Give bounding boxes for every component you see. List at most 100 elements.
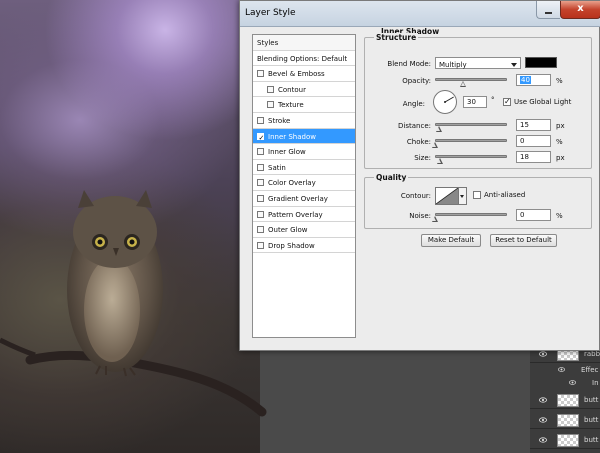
style-item-label: Stroke bbox=[268, 117, 291, 125]
choke-unit: % bbox=[556, 138, 563, 146]
eye-icon[interactable] bbox=[558, 366, 565, 373]
use-global-light-label: Use Global Light bbox=[514, 98, 572, 106]
layer-name: butt bbox=[584, 396, 599, 404]
close-icon: x bbox=[577, 3, 584, 14]
effects-label: Effec bbox=[581, 366, 599, 374]
style-item-checkbox[interactable] bbox=[267, 85, 274, 93]
distance-unit: px bbox=[556, 122, 565, 130]
style-item-label: Blending Options: Default bbox=[257, 54, 348, 63]
size-slider-track[interactable] bbox=[435, 155, 507, 158]
layer-row[interactable]: butt bbox=[530, 431, 600, 449]
opacity-value: 40 bbox=[520, 76, 531, 84]
styles-header[interactable]: Styles bbox=[253, 35, 355, 51]
size-slider-thumb[interactable] bbox=[436, 158, 443, 164]
make-default-button[interactable]: Make Default bbox=[421, 234, 481, 247]
style-item-checkbox[interactable] bbox=[257, 163, 264, 171]
blend-mode-select[interactable]: Multiply bbox=[435, 57, 521, 69]
layer-name: butt bbox=[584, 436, 599, 444]
style-item[interactable]: Satin bbox=[253, 160, 355, 176]
anti-aliased-label: Anti-aliased bbox=[484, 191, 526, 199]
eye-icon[interactable] bbox=[569, 379, 576, 386]
angle-value: 30 bbox=[467, 98, 476, 106]
check-icon: ✓ bbox=[504, 97, 511, 106]
eye-icon[interactable] bbox=[539, 436, 547, 444]
eye-icon[interactable] bbox=[539, 416, 547, 424]
style-item[interactable]: Stroke bbox=[253, 113, 355, 129]
style-item[interactable]: Contour bbox=[253, 82, 355, 98]
choke-input[interactable]: 0 bbox=[516, 135, 551, 147]
dialog-title: Layer Style bbox=[245, 8, 296, 18]
style-item-checkbox[interactable] bbox=[257, 226, 264, 234]
style-item[interactable]: Texture bbox=[253, 97, 355, 113]
layer-row[interactable]: butt bbox=[530, 411, 600, 429]
opacity-input[interactable]: 40 bbox=[516, 74, 551, 86]
noise-slider-track[interactable] bbox=[435, 213, 507, 216]
style-item[interactable]: Inner Glow bbox=[253, 144, 355, 160]
opacity-slider-thumb[interactable] bbox=[460, 81, 467, 87]
style-item[interactable]: Gradient Overlay bbox=[253, 191, 355, 207]
layer-thumbnail bbox=[557, 434, 579, 447]
opacity-unit: % bbox=[556, 77, 563, 85]
style-item-label: Contour bbox=[278, 85, 306, 94]
layer-name: butt bbox=[584, 416, 599, 424]
chevron-down-icon bbox=[511, 63, 517, 67]
noise-slider-thumb[interactable] bbox=[431, 216, 438, 222]
style-item-checkbox[interactable] bbox=[257, 70, 264, 78]
anti-aliased-checkbox[interactable] bbox=[473, 191, 481, 199]
quality-group: Quality Contour: Anti-aliased Noise: 0 % bbox=[364, 173, 592, 229]
blend-mode-label: Blend Mode: bbox=[387, 60, 431, 68]
reset-to-default-button[interactable]: Reset to Default bbox=[490, 234, 557, 247]
opacity-slider-track[interactable] bbox=[435, 78, 507, 81]
style-item-checkbox[interactable] bbox=[257, 195, 264, 202]
blend-mode-value: Multiply bbox=[439, 61, 467, 69]
dialog-titlebar[interactable]: Layer Style x bbox=[240, 1, 600, 27]
noise-value: 0 bbox=[520, 211, 525, 219]
style-item[interactable]: Drop Shadow bbox=[253, 238, 355, 254]
reset-to-default-label: Reset to Default bbox=[495, 236, 552, 244]
size-label: Size: bbox=[414, 154, 431, 162]
style-item[interactable]: Blending Options: Default bbox=[253, 51, 355, 67]
close-button[interactable]: x bbox=[560, 1, 600, 19]
distance-slider-track[interactable] bbox=[435, 123, 507, 126]
layers-panel: rabb Effec In butt butt butt bbox=[530, 345, 600, 453]
angle-indicator-icon bbox=[444, 96, 454, 103]
noise-input[interactable]: 0 bbox=[516, 209, 551, 221]
style-item[interactable]: Pattern Overlay bbox=[253, 207, 355, 223]
effect-item-label: In bbox=[592, 379, 599, 387]
distance-input[interactable]: 15 bbox=[516, 119, 551, 131]
check-icon: ✓ bbox=[258, 133, 265, 142]
style-item[interactable]: ✓ Inner Shadow bbox=[253, 128, 355, 145]
shadow-color-swatch[interactable] bbox=[525, 57, 557, 68]
angle-dial[interactable] bbox=[433, 90, 457, 114]
style-item-checkbox[interactable] bbox=[267, 101, 274, 109]
layer-row[interactable]: butt bbox=[530, 391, 600, 409]
style-item-label: Satin bbox=[268, 163, 286, 172]
style-item-checkbox[interactable] bbox=[257, 210, 264, 218]
style-item-checkbox[interactable] bbox=[257, 179, 264, 187]
minimize-button[interactable] bbox=[536, 1, 560, 19]
style-item-checkbox[interactable] bbox=[257, 117, 264, 124]
style-item-checkbox[interactable] bbox=[257, 241, 264, 249]
layer-name: rabb bbox=[584, 350, 600, 358]
style-item[interactable]: Outer Glow bbox=[253, 222, 355, 238]
contour-preview[interactable] bbox=[435, 187, 459, 205]
style-item[interactable]: Color Overlay bbox=[253, 175, 355, 191]
distance-slider-thumb[interactable] bbox=[435, 126, 442, 132]
angle-label: Angle: bbox=[402, 100, 425, 108]
size-value: 18 bbox=[520, 153, 529, 161]
style-item-label: Texture bbox=[278, 101, 304, 110]
contour-dropdown[interactable] bbox=[459, 187, 467, 205]
choke-slider-thumb[interactable] bbox=[431, 142, 438, 148]
eye-icon[interactable] bbox=[539, 350, 547, 358]
layer-effect-item[interactable]: In bbox=[530, 376, 600, 389]
style-item-checkbox[interactable] bbox=[257, 148, 264, 156]
layer-effects-row[interactable]: Effec bbox=[530, 363, 600, 376]
size-input[interactable]: 18 bbox=[516, 151, 551, 163]
eye-icon[interactable] bbox=[539, 396, 547, 404]
angle-input[interactable]: 30 bbox=[463, 96, 487, 108]
style-item[interactable]: Bevel & Emboss bbox=[253, 66, 355, 82]
choke-slider-track[interactable] bbox=[435, 139, 507, 142]
use-global-light-checkbox[interactable]: ✓ bbox=[503, 97, 511, 106]
style-item-checkbox[interactable]: ✓ bbox=[257, 132, 265, 142]
style-item-label: Gradient Overlay bbox=[268, 195, 328, 203]
